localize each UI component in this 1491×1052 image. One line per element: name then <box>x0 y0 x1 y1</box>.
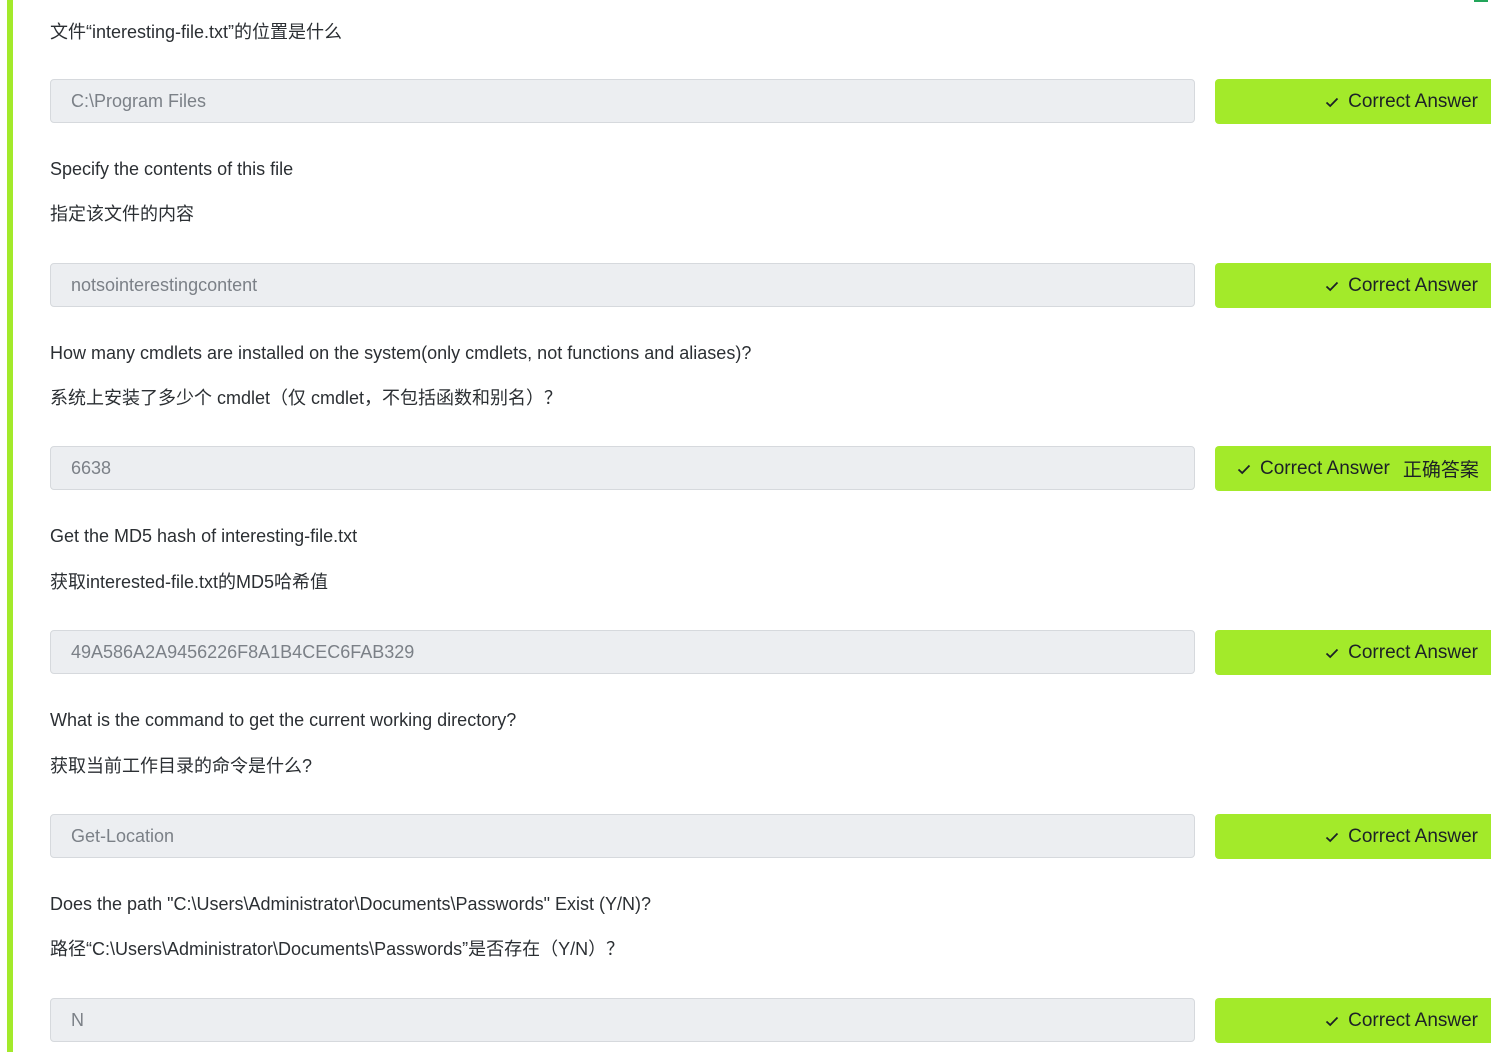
answer-field[interactable] <box>50 446 1195 490</box>
answer-field[interactable] <box>50 263 1195 307</box>
left-accent-bar <box>7 0 13 1052</box>
check-icon <box>1324 1013 1340 1029</box>
answer-input[interactable] <box>71 274 1194 296</box>
answer-input[interactable] <box>71 457 1194 479</box>
correct-answer-button[interactable]: Correct Answer 正确答案 <box>1215 446 1491 491</box>
button-label: Correct Answer <box>1348 641 1478 663</box>
question-text-zh: 文件“interesting-file.txt”的位置是什么 <box>50 22 343 42</box>
check-icon <box>1324 278 1340 294</box>
question-text-zh: 系统上安装了多少个 cmdlet（仅 cmdlet，不包括函数和别名）？ <box>50 388 563 408</box>
answer-input[interactable] <box>71 90 1194 112</box>
question-text-zh: 获取当前工作目录的命令是什么? <box>50 756 313 776</box>
button-label: Correct Answer <box>1348 90 1478 112</box>
question-text-en: How many cmdlets are installed on the sy… <box>50 343 752 363</box>
button-label: Correct Answer <box>1348 1009 1478 1031</box>
question-text-en: Get the MD5 hash of interesting-file.txt <box>50 526 358 546</box>
answer-input[interactable] <box>71 641 1194 663</box>
answer-field[interactable] <box>50 79 1195 123</box>
check-icon <box>1236 461 1252 477</box>
check-icon <box>1324 94 1340 110</box>
button-label: Correct Answer <box>1348 825 1478 847</box>
correct-answer-button[interactable]: Correct Answer <box>1215 79 1491 124</box>
question-text-zh: 路径“C:\Users\Administrator\Documents\Pass… <box>50 939 625 959</box>
correct-answer-button[interactable]: Correct Answer <box>1215 998 1491 1043</box>
question-text-en: Does the path "C:\Users\Administrator\Do… <box>50 894 651 914</box>
corner-indicator <box>1474 0 1488 2</box>
correct-answer-button[interactable]: Correct Answer <box>1215 263 1491 308</box>
button-label: Correct Answer <box>1348 274 1478 296</box>
answer-field[interactable] <box>50 998 1195 1042</box>
question-text-en: What is the command to get the current w… <box>50 710 517 730</box>
correct-answer-button[interactable]: Correct Answer <box>1215 814 1491 859</box>
question-text-zh: 指定该文件的内容 <box>50 204 194 224</box>
button-label: Correct Answer <box>1260 457 1390 479</box>
button-label-zh: 正确答案 <box>1402 460 1479 481</box>
question-text-zh: 获取interested-file.txt的MD5哈希值 <box>50 572 329 592</box>
check-icon <box>1324 829 1340 845</box>
answer-input[interactable] <box>71 1009 1194 1031</box>
correct-answer-button[interactable]: Correct Answer <box>1215 630 1491 675</box>
answer-input[interactable] <box>71 825 1194 847</box>
answer-field[interactable] <box>50 814 1195 858</box>
answer-field[interactable] <box>50 630 1195 674</box>
check-icon <box>1324 645 1340 661</box>
question-text-en: Specify the contents of this file <box>50 159 294 179</box>
